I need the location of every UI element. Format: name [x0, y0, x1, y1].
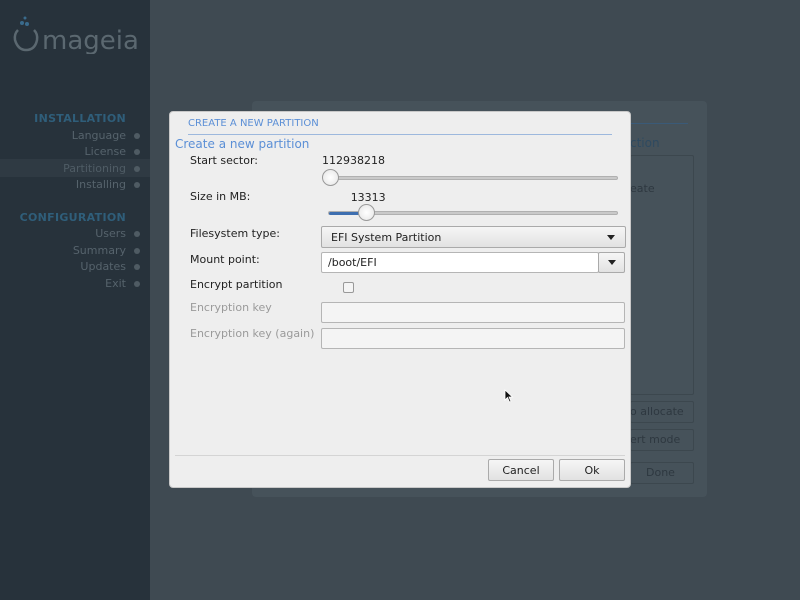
- mouse-cursor-icon: [504, 389, 514, 403]
- done-label: Done: [646, 466, 675, 479]
- expert-mode-label: ert mode: [630, 433, 681, 446]
- nav-users: Users: [95, 227, 140, 240]
- size-value: 13313: [350, 191, 386, 204]
- step-dot-icon: [134, 132, 140, 139]
- create-partition-dialog: CREATE A NEW PARTITION Create a new part…: [169, 111, 631, 488]
- section-configuration: CONFIGURATION: [19, 211, 126, 224]
- background-column: eate: [630, 182, 655, 195]
- start-sector-label: Start sector:: [190, 154, 258, 167]
- sidebar: mageia INSTALLATION Language License Par…: [0, 0, 150, 600]
- size-slider-handle[interactable]: [357, 204, 375, 221]
- dialog-subtitle: Create a new partition: [175, 137, 310, 151]
- nav-label: Partitioning: [63, 162, 126, 175]
- encrypt-label: Encrypt partition: [190, 278, 283, 291]
- step-dot-icon: [134, 165, 140, 172]
- nav-label: Users: [95, 227, 126, 240]
- chevron-down-icon: [607, 234, 615, 240]
- nav-label: Updates: [80, 260, 126, 273]
- nav-label: Summary: [72, 244, 126, 257]
- svg-text:mageia: mageia: [42, 26, 139, 54]
- mount-point-dropdown-button[interactable]: [598, 252, 625, 273]
- nav-license: License: [84, 145, 140, 158]
- nav-exit: Exit: [105, 277, 140, 290]
- step-dot-icon: [134, 263, 140, 270]
- ok-button[interactable]: Ok: [559, 459, 625, 481]
- step-dot-icon: [134, 181, 140, 188]
- nav-label: Exit: [105, 277, 126, 290]
- step-dot-icon: [134, 247, 140, 254]
- step-dot-icon: [134, 230, 140, 237]
- chevron-down-icon: [607, 260, 616, 265]
- nav-partitioning: Partitioning: [63, 162, 140, 175]
- step-dot-icon: [134, 148, 140, 155]
- start-sector-slider[interactable]: [326, 176, 618, 180]
- mageia-logo: mageia: [13, 16, 139, 54]
- section-installation: INSTALLATION: [34, 112, 126, 125]
- mount-point-input[interactable]: /boot/EFI: [321, 252, 599, 273]
- cancel-button[interactable]: Cancel: [488, 459, 554, 481]
- nav-language: Language: [71, 129, 140, 142]
- nav-updates: Updates: [80, 260, 140, 273]
- size-label: Size in MB:: [190, 190, 251, 203]
- encryption-key-input[interactable]: [321, 302, 625, 323]
- start-sector-value: 112938218: [322, 154, 385, 167]
- button-divider: [175, 455, 625, 456]
- dialog-title: CREATE A NEW PARTITION: [188, 118, 319, 129]
- encrypt-checkbox[interactable]: [343, 282, 354, 293]
- encryption-key-again-input[interactable]: [321, 328, 625, 349]
- nav-label: Installing: [75, 178, 126, 191]
- filesystem-label: Filesystem type:: [190, 227, 280, 240]
- filesystem-value: EFI System Partition: [331, 230, 442, 244]
- start-sector-slider-handle[interactable]: [322, 169, 339, 186]
- filesystem-select[interactable]: EFI System Partition: [321, 226, 626, 248]
- mount-point-label: Mount point:: [190, 253, 260, 266]
- nav-installing: Installing: [75, 178, 140, 191]
- title-divider: [188, 134, 612, 135]
- nav-summary: Summary: [72, 244, 140, 257]
- encryption-key-label: Encryption key: [190, 301, 272, 314]
- encryption-key-again-label: Encryption key (again): [190, 327, 315, 340]
- step-dot-icon: [134, 280, 140, 287]
- auto-allocate-label: o allocate: [630, 405, 684, 418]
- nav-label: License: [84, 145, 126, 158]
- background-heading: ction: [630, 136, 660, 150]
- nav-label: Language: [71, 129, 126, 142]
